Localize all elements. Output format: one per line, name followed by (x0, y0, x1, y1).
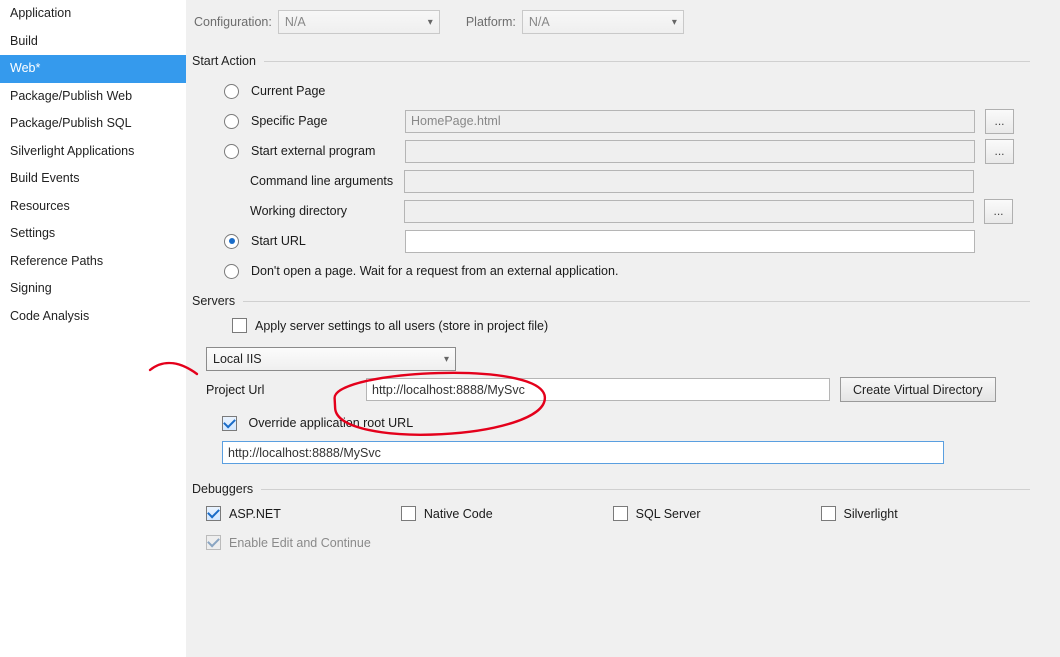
project-url-label: Project Url (206, 383, 356, 397)
config-toolbar: Configuration: N/A ▾ Platform: N/A ▾ (192, 0, 1060, 48)
section-title: Start Action (192, 54, 256, 68)
configuration-dropdown[interactable]: N/A ▾ (278, 10, 440, 34)
native-code-label: Native Code (424, 507, 493, 521)
server-type-value: Local IIS (213, 352, 262, 366)
sidebar-item-web[interactable]: Web* (0, 55, 186, 83)
sidebar-item-application[interactable]: Application (0, 0, 186, 28)
override-url-input[interactable] (222, 441, 944, 464)
specific-page-radio[interactable] (224, 114, 239, 129)
sidebar-item-build-events[interactable]: Build Events (0, 165, 186, 193)
current-page-label: Current Page (251, 84, 325, 98)
divider (261, 489, 1030, 490)
browse-external-program-button[interactable]: ... (985, 139, 1014, 164)
specific-page-label: Specific Page (251, 114, 401, 128)
start-action-header: Start Action (192, 54, 1060, 68)
server-type-row: Local IIS ▾ (192, 333, 1060, 371)
sidebar-item-code-analysis[interactable]: Code Analysis (0, 303, 186, 331)
servers-group: Apply server settings to all users (stor… (192, 308, 1060, 333)
cmd-args-input[interactable] (404, 170, 974, 193)
chevron-down-icon: ▾ (428, 17, 433, 28)
divider (264, 61, 1030, 62)
sql-server-checkbox[interactable] (613, 506, 628, 521)
sidebar-item-package-publish-sql[interactable]: Package/Publish SQL (0, 110, 186, 138)
apply-all-users-label: Apply server settings to all users (stor… (255, 319, 548, 333)
project-url-input[interactable] (366, 378, 830, 401)
working-dir-input[interactable] (404, 200, 974, 223)
start-external-label: Start external program (251, 144, 401, 158)
start-url-radio[interactable] (224, 234, 239, 249)
platform-dropdown[interactable]: N/A ▾ (522, 10, 684, 34)
apply-all-users-checkbox[interactable] (232, 318, 247, 333)
sidebar-item-reference-paths[interactable]: Reference Paths (0, 248, 186, 276)
configuration-value: N/A (285, 15, 306, 29)
aspnet-label: ASP.NET (229, 507, 281, 521)
section-title: Debuggers (192, 482, 253, 496)
override-root-row: Override application root URL (192, 402, 1060, 431)
sidebar-item-silverlight-applications[interactable]: Silverlight Applications (0, 138, 186, 166)
main-panel: Configuration: N/A ▾ Platform: N/A ▾ Sta… (186, 0, 1060, 657)
sidebar-item-settings[interactable]: Settings (0, 220, 186, 248)
sql-server-label: SQL Server (636, 507, 701, 521)
cmd-args-label: Command line arguments (250, 174, 400, 188)
start-url-input[interactable] (405, 230, 975, 253)
sidebar-item-build[interactable]: Build (0, 28, 186, 56)
override-root-label: Override application root URL (248, 416, 413, 430)
working-dir-label: Working directory (250, 204, 400, 218)
browse-working-dir-button[interactable]: ... (984, 199, 1013, 224)
start-url-label: Start URL (251, 234, 401, 248)
section-title: Servers (192, 294, 235, 308)
servers-header: Servers (192, 294, 1060, 308)
sidebar-item-signing[interactable]: Signing (0, 275, 186, 303)
enable-edit-continue-checkbox (206, 535, 221, 550)
divider (243, 301, 1030, 302)
specific-page-input[interactable] (405, 110, 975, 133)
project-url-row: Project Url Create Virtual Directory (192, 371, 1060, 402)
browse-specific-page-button[interactable]: ... (985, 109, 1014, 134)
settings-sidebar: Application Build Web* Package/Publish W… (0, 0, 187, 657)
external-program-input[interactable] (405, 140, 975, 163)
server-type-dropdown[interactable]: Local IIS ▾ (206, 347, 456, 371)
platform-value: N/A (529, 15, 550, 29)
enable-edit-continue-label: Enable Edit and Continue (229, 536, 371, 550)
override-root-checkbox[interactable] (222, 416, 237, 431)
chevron-down-icon: ▾ (672, 17, 677, 28)
start-action-group: Current Page Specific Page ... Start ext… (192, 68, 1060, 286)
silverlight-checkbox[interactable] (821, 506, 836, 521)
chevron-down-icon: ▾ (444, 354, 449, 365)
current-page-radio[interactable] (224, 84, 239, 99)
dont-open-label: Don't open a page. Wait for a request fr… (251, 264, 618, 278)
platform-label: Platform: (466, 15, 516, 29)
native-code-checkbox[interactable] (401, 506, 416, 521)
create-virtual-directory-button[interactable]: Create Virtual Directory (840, 377, 996, 402)
override-url-row (192, 431, 1060, 464)
dont-open-radio[interactable] (224, 264, 239, 279)
aspnet-checkbox[interactable] (206, 506, 221, 521)
silverlight-label: Silverlight (844, 507, 898, 521)
configuration-label: Configuration: (194, 15, 272, 29)
start-external-radio[interactable] (224, 144, 239, 159)
sidebar-item-package-publish-web[interactable]: Package/Publish Web (0, 83, 186, 111)
debuggers-header: Debuggers (192, 482, 1060, 496)
sidebar-item-resources[interactable]: Resources (0, 193, 186, 221)
